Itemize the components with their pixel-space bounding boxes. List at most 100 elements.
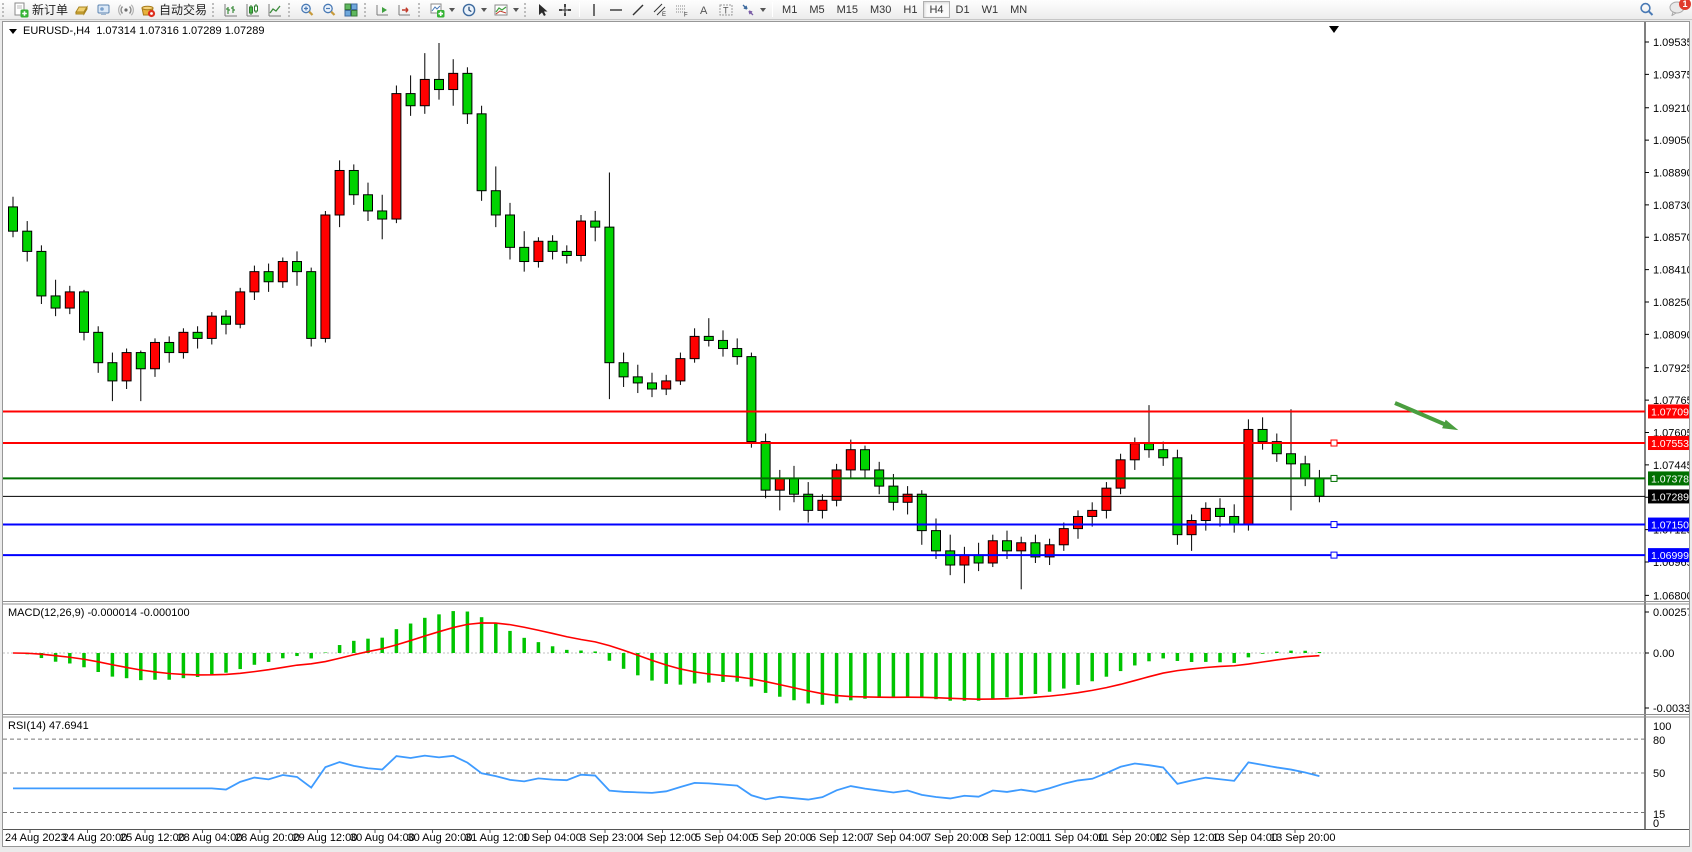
- line-handle[interactable]: [1331, 475, 1337, 481]
- price-badge-text: 1.07709: [1651, 406, 1689, 418]
- candle-body: [548, 241, 557, 251]
- chart-candles-button[interactable]: [242, 1, 264, 19]
- timeframe-m5[interactable]: M5: [803, 1, 830, 18]
- candle-body: [1201, 508, 1210, 520]
- candle-body: [321, 215, 330, 338]
- chart-line-button[interactable]: [264, 1, 286, 19]
- auto-trading-button[interactable]: 自动交易: [137, 1, 210, 19]
- candle-body: [633, 377, 642, 383]
- svg-text:1.07445: 1.07445: [1653, 460, 1689, 472]
- timeframe-h1[interactable]: H1: [897, 1, 923, 18]
- text-a-icon: A: [696, 2, 712, 18]
- svg-text:E: E: [662, 12, 666, 18]
- toolbar-grip[interactable]: [2, 3, 7, 17]
- text-label-button[interactable]: T: [715, 1, 737, 19]
- macd-histogram: [13, 611, 1319, 705]
- search-icon: [1638, 1, 1655, 18]
- equidistant-channel-button[interactable]: E: [649, 1, 671, 19]
- svg-text:13 Sep 20:00: 13 Sep 20:00: [1270, 832, 1335, 844]
- svg-text:1.08410: 1.08410: [1653, 265, 1689, 277]
- line-handle[interactable]: [1331, 552, 1337, 558]
- timeframe-m1[interactable]: M1: [776, 1, 803, 18]
- timeframe-w1[interactable]: W1: [976, 1, 1005, 18]
- toolbar-grip[interactable]: [288, 3, 293, 17]
- chat-button[interactable]: 1: [1668, 0, 1686, 19]
- line-handle[interactable]: [1331, 522, 1337, 528]
- cursor-icon: [535, 2, 551, 18]
- zoom-out-button[interactable]: [318, 1, 340, 19]
- candle-body: [1159, 450, 1168, 458]
- new-order-button[interactable]: 新订单: [10, 1, 71, 19]
- price-axis[interactable]: 1.095351.093751.092101.090501.088901.087…: [1645, 37, 1689, 830]
- arrows-button[interactable]: [737, 1, 769, 19]
- svg-text:12 Sep 12:00: 12 Sep 12:00: [1155, 832, 1220, 844]
- horizontal-line-button[interactable]: [605, 1, 627, 19]
- candle-body: [463, 73, 472, 113]
- chevron-down-icon[interactable]: [9, 29, 17, 34]
- line-handle[interactable]: [1331, 440, 1337, 446]
- svg-text:24 Aug 2023: 24 Aug 2023: [5, 832, 67, 844]
- arrows-icon: [740, 2, 756, 18]
- candle-body: [676, 359, 685, 381]
- chart-bars-button[interactable]: [220, 1, 242, 19]
- new-chart-button[interactable]: [426, 1, 458, 19]
- toolbar-grip[interactable]: [364, 3, 369, 17]
- new-order-icon: [13, 2, 29, 18]
- search-button[interactable]: [1635, 1, 1658, 19]
- equidistant-channel-icon: E: [652, 2, 668, 18]
- chart-window: EURUSD-,H4 1.07314 1.07316 1.07289 1.072…: [2, 21, 1690, 847]
- candle-body: [988, 541, 997, 563]
- svg-text:5 Sep 20:00: 5 Sep 20:00: [753, 832, 812, 844]
- svg-text:8 Sep 12:00: 8 Sep 12:00: [983, 832, 1042, 844]
- templates-button[interactable]: [490, 1, 522, 19]
- svg-text:A: A: [700, 5, 708, 17]
- periods-button[interactable]: [458, 1, 490, 19]
- candle-body: [491, 191, 500, 215]
- annotation-arrow[interactable]: [1395, 403, 1451, 427]
- timeframe-d1[interactable]: D1: [950, 1, 976, 18]
- toolbar-grip[interactable]: [524, 3, 529, 17]
- candle-body: [477, 114, 486, 191]
- candle-body: [108, 363, 117, 381]
- candle-body: [122, 353, 131, 381]
- candle-body: [662, 381, 671, 389]
- candle-body: [1088, 510, 1097, 516]
- svg-text:6 Sep 12:00: 6 Sep 12:00: [810, 832, 869, 844]
- tile-windows-button[interactable]: [340, 1, 362, 19]
- crosshair-button[interactable]: [554, 1, 576, 19]
- cursor-button[interactable]: [532, 1, 554, 19]
- svg-text:F: F: [684, 12, 688, 18]
- signals-button[interactable]: [115, 1, 137, 19]
- chart-canvas[interactable]: 24 Aug 202324 Aug 20:0025 Aug 12:0028 Au…: [3, 22, 1689, 846]
- candle-body: [1102, 488, 1111, 510]
- svg-text:1.09210: 1.09210: [1653, 103, 1689, 115]
- svg-text:28 Aug 20:00: 28 Aug 20:00: [235, 832, 300, 844]
- rsi-label: RSI(14) 47.6941: [8, 720, 89, 732]
- candle-body: [449, 73, 458, 89]
- chart-shift-marker[interactable]: [1329, 26, 1339, 33]
- toolbar-grip[interactable]: [212, 3, 217, 17]
- toolbar-grip[interactable]: [418, 3, 423, 17]
- fibonacci-button[interactable]: F: [671, 1, 693, 19]
- timeframe-mn[interactable]: MN: [1004, 1, 1033, 18]
- svg-text:11 Sep 20:00: 11 Sep 20:00: [1098, 832, 1163, 844]
- timeframe-h4[interactable]: H4: [923, 1, 949, 18]
- svg-text:13 Sep 04:00: 13 Sep 04:00: [1213, 832, 1278, 844]
- chart-shift-button[interactable]: [394, 1, 416, 19]
- time-axis[interactable]: 24 Aug 202324 Aug 20:0025 Aug 12:0028 Au…: [5, 829, 1335, 844]
- navigator-button[interactable]: [93, 1, 115, 19]
- candle-body: [790, 478, 799, 494]
- auto-scroll-button[interactable]: [372, 1, 394, 19]
- market-watch-button[interactable]: [71, 1, 93, 19]
- candle-body: [392, 94, 401, 219]
- timeframe-m15[interactable]: M15: [831, 1, 864, 18]
- vertical-line-button[interactable]: [583, 1, 605, 19]
- trendline-button[interactable]: [627, 1, 649, 19]
- svg-text:T: T: [723, 5, 729, 15]
- zoom-in-button[interactable]: [296, 1, 318, 19]
- timeframe-m30[interactable]: M30: [864, 1, 897, 18]
- text-button[interactable]: A: [693, 1, 715, 19]
- zoom-out-icon: [321, 2, 337, 18]
- horizontal-line-icon: [608, 2, 624, 18]
- candle-body: [65, 292, 74, 308]
